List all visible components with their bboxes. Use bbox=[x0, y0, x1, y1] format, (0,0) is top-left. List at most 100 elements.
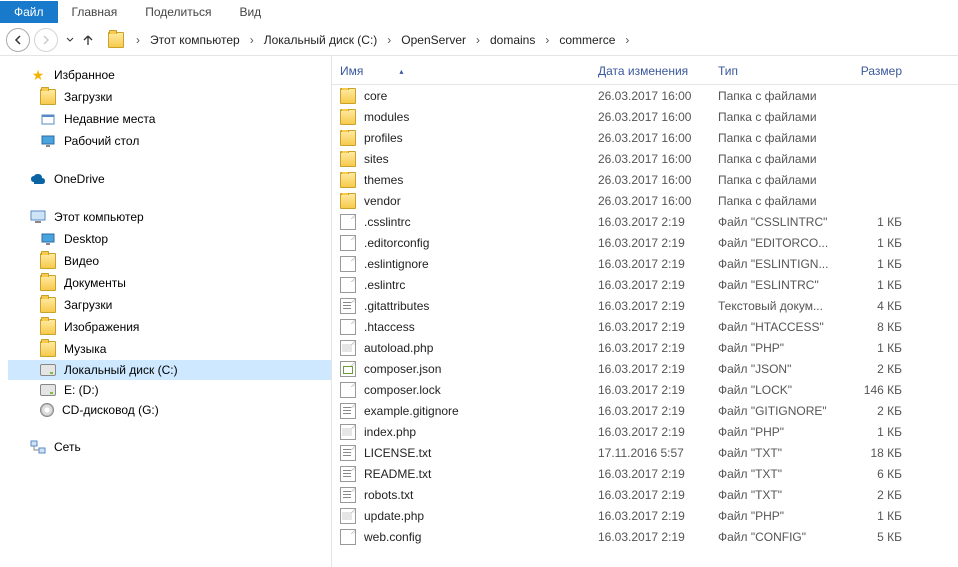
file-date: 16.03.2017 2:19 bbox=[590, 362, 710, 376]
file-date: 16.03.2017 2:19 bbox=[590, 278, 710, 292]
desktop-icon bbox=[40, 231, 56, 247]
file-size: 1 КБ bbox=[850, 257, 910, 271]
file-row[interactable]: README.txt16.03.2017 2:19Файл "TXT"6 КБ bbox=[332, 463, 958, 484]
tree-item[interactable]: Desktop bbox=[8, 228, 331, 250]
crumb-this-pc[interactable]: Этот компьютер bbox=[144, 31, 246, 49]
tree-item[interactable]: Видео bbox=[8, 250, 331, 272]
file-row[interactable]: core26.03.2017 16:00Папка с файлами bbox=[332, 85, 958, 106]
crumb-commerce[interactable]: commerce bbox=[553, 31, 621, 49]
tree-item[interactable]: Изображения bbox=[8, 316, 331, 338]
tree-item-label: Видео bbox=[64, 254, 99, 268]
file-row[interactable]: LICENSE.txt17.11.2016 5:57Файл "TXT"18 К… bbox=[332, 442, 958, 463]
file-row[interactable]: composer.lock16.03.2017 2:19Файл "LOCK"1… bbox=[332, 379, 958, 400]
navigation-tree: ★ Избранное Загрузки Недавние места Рабо… bbox=[0, 56, 332, 567]
tree-this-pc[interactable]: Этот компьютер bbox=[8, 206, 331, 228]
file-type: Папка с файлами bbox=[710, 131, 850, 145]
chevron-right-icon[interactable]: › bbox=[472, 33, 484, 47]
tree-item[interactable]: E: (D:) bbox=[8, 380, 331, 400]
tree-item-label: Загрузки bbox=[64, 90, 112, 104]
file-icon bbox=[340, 256, 356, 272]
chevron-right-icon[interactable]: › bbox=[621, 33, 633, 47]
recent-locations-dropdown[interactable] bbox=[66, 37, 74, 43]
chevron-right-icon[interactable]: › bbox=[541, 33, 553, 47]
nav-back-button[interactable] bbox=[6, 28, 30, 52]
file-row[interactable]: update.php16.03.2017 2:19Файл "PHP"1 КБ bbox=[332, 505, 958, 526]
tree-item-downloads[interactable]: Загрузки bbox=[8, 86, 331, 108]
file-row[interactable]: .editorconfig16.03.2017 2:19Файл "EDITOR… bbox=[332, 232, 958, 253]
tree-favorites[interactable]: ★ Избранное bbox=[8, 64, 331, 86]
file-row[interactable]: robots.txt16.03.2017 2:19Файл "TXT"2 КБ bbox=[332, 484, 958, 505]
file-row[interactable]: composer.json16.03.2017 2:19Файл "JSON"2… bbox=[332, 358, 958, 379]
column-header-size[interactable]: Размер bbox=[850, 64, 910, 78]
file-type: Файл "ESLINTIGN... bbox=[710, 257, 850, 271]
file-row[interactable]: index.php16.03.2017 2:19Файл "PHP"1 КБ bbox=[332, 421, 958, 442]
tree-item-label: Локальный диск (C:) bbox=[64, 363, 178, 377]
file-type: Файл "TXT" bbox=[710, 446, 850, 460]
tree-item[interactable]: Локальный диск (C:) bbox=[8, 360, 331, 380]
column-header-date[interactable]: Дата изменения bbox=[590, 64, 710, 78]
file-row[interactable]: example.gitignore16.03.2017 2:19Файл "GI… bbox=[332, 400, 958, 421]
file-row[interactable]: vendor26.03.2017 16:00Папка с файлами bbox=[332, 190, 958, 211]
folder-icon bbox=[340, 109, 356, 125]
tree-item[interactable]: Музыка bbox=[8, 338, 331, 360]
tree-network[interactable]: Сеть bbox=[8, 436, 331, 458]
file-date: 16.03.2017 2:19 bbox=[590, 236, 710, 250]
chevron-right-icon[interactable]: › bbox=[132, 33, 144, 47]
tree-item[interactable]: Документы bbox=[8, 272, 331, 294]
file-name: LICENSE.txt bbox=[364, 446, 431, 460]
file-row[interactable]: themes26.03.2017 16:00Папка с файлами bbox=[332, 169, 958, 190]
file-row[interactable]: .htaccess16.03.2017 2:19Файл "HTACCESS"8… bbox=[332, 316, 958, 337]
ribbon-tab-home[interactable]: Главная bbox=[58, 1, 132, 23]
file-name: .htaccess bbox=[364, 320, 415, 334]
column-header-type[interactable]: Тип bbox=[710, 64, 850, 78]
file-row[interactable]: profiles26.03.2017 16:00Папка с файлами bbox=[332, 127, 958, 148]
file-date: 16.03.2017 2:19 bbox=[590, 404, 710, 418]
tree-item-recent[interactable]: Недавние места bbox=[8, 108, 331, 130]
arrow-up-icon bbox=[82, 34, 94, 46]
file-type: Файл "PHP" bbox=[710, 425, 850, 439]
tree-item[interactable]: Загрузки bbox=[8, 294, 331, 316]
file-row[interactable]: .eslintignore16.03.2017 2:19Файл "ESLINT… bbox=[332, 253, 958, 274]
nav-forward-button[interactable] bbox=[34, 28, 58, 52]
file-row[interactable]: .gitattributes16.03.2017 2:19Текстовый д… bbox=[332, 295, 958, 316]
ribbon-tab-file[interactable]: Файл bbox=[0, 1, 58, 23]
nav-up-button[interactable] bbox=[82, 34, 94, 46]
tree-onedrive[interactable]: OneDrive bbox=[8, 168, 331, 190]
tree-this-pc-label: Этот компьютер bbox=[54, 210, 144, 224]
column-header-name[interactable]: Имя▴ bbox=[332, 64, 590, 78]
ribbon-tab-share[interactable]: Поделиться bbox=[131, 1, 225, 23]
ribbon-tabs: Файл Главная Поделиться Вид bbox=[0, 0, 958, 24]
file-row[interactable]: web.config16.03.2017 2:19Файл "CONFIG"5 … bbox=[332, 526, 958, 547]
file-icon bbox=[340, 319, 356, 335]
file-row[interactable]: .eslintrc16.03.2017 2:19Файл "ESLINTRC"1… bbox=[332, 274, 958, 295]
tree-item[interactable]: CD-дисковод (G:) bbox=[8, 400, 331, 420]
file-name: web.config bbox=[364, 530, 421, 544]
file-type: Папка с файлами bbox=[710, 152, 850, 166]
crumb-domains[interactable]: domains bbox=[484, 31, 541, 49]
text-file-icon bbox=[340, 466, 356, 482]
file-type: Папка с файлами bbox=[710, 173, 850, 187]
breadcrumb[interactable]: › Этот компьютер› Локальный диск (C:)› O… bbox=[104, 28, 952, 52]
file-row[interactable]: sites26.03.2017 16:00Папка с файлами bbox=[332, 148, 958, 169]
file-name: modules bbox=[364, 110, 409, 124]
chevron-right-icon[interactable]: › bbox=[383, 33, 395, 47]
file-name: update.php bbox=[364, 509, 424, 523]
computer-icon bbox=[30, 209, 46, 225]
file-row[interactable]: modules26.03.2017 16:00Папка с файлами bbox=[332, 106, 958, 127]
arrow-left-icon bbox=[13, 35, 23, 45]
crumb-local-disk[interactable]: Локальный диск (C:) bbox=[258, 31, 384, 49]
file-size: 2 КБ bbox=[850, 404, 910, 418]
file-size: 2 КБ bbox=[850, 362, 910, 376]
file-size: 18 КБ bbox=[850, 446, 910, 460]
folder-icon bbox=[40, 297, 56, 313]
file-type: Файл "JSON" bbox=[710, 362, 850, 376]
ribbon-tab-view[interactable]: Вид bbox=[225, 1, 275, 23]
file-row[interactable]: autoload.php16.03.2017 2:19Файл "PHP"1 К… bbox=[332, 337, 958, 358]
file-type: Файл "TXT" bbox=[710, 488, 850, 502]
file-row[interactable]: .csslintrc16.03.2017 2:19Файл "CSSLINTRC… bbox=[332, 211, 958, 232]
text-file-icon bbox=[340, 445, 356, 461]
chevron-right-icon[interactable]: › bbox=[246, 33, 258, 47]
tree-item-desktop[interactable]: Рабочий стол bbox=[8, 130, 331, 152]
file-name: sites bbox=[364, 152, 389, 166]
crumb-openserver[interactable]: OpenServer bbox=[395, 31, 472, 49]
